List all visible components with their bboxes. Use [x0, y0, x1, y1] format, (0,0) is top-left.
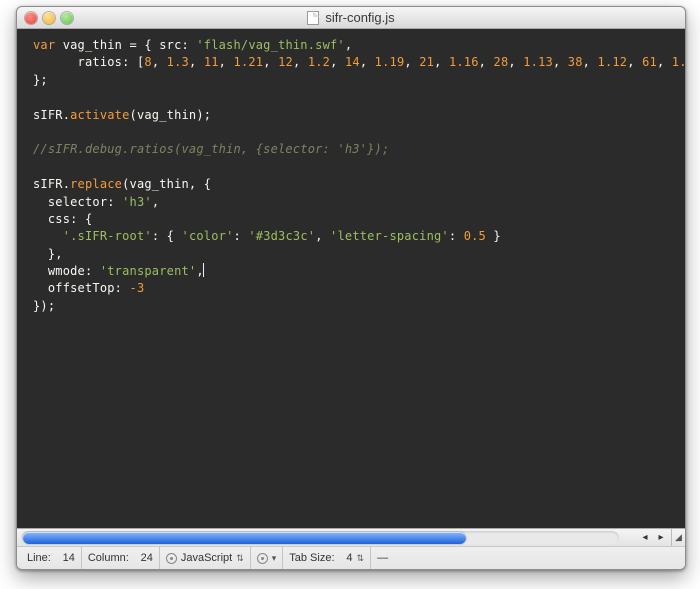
- scrollbar-track[interactable]: [21, 531, 619, 545]
- status-line[interactable]: Line: 14: [21, 547, 82, 569]
- zoom-icon[interactable]: [61, 12, 73, 24]
- chevron-updown-icon: ⇅: [236, 553, 244, 564]
- document-icon: [307, 11, 319, 25]
- status-column[interactable]: Column: 24: [82, 547, 160, 569]
- status-extra[interactable]: —: [371, 547, 681, 569]
- resize-handle-icon[interactable]: ◢: [671, 529, 685, 546]
- status-tabsize[interactable]: Tab Size: 4 ⇅: [283, 547, 371, 569]
- bottom-chrome: ◂ ▸ ◢ Line: 14 Column: 24 JavaScript ⇅ ▾: [17, 528, 685, 569]
- window-title: sifr-config.js: [17, 10, 685, 25]
- scroll-left-icon[interactable]: ◂: [638, 531, 652, 545]
- scroll-right-icon[interactable]: ▸: [654, 531, 668, 545]
- column-label: Column:: [88, 552, 129, 564]
- editor-window: sifr-config.js var vag_thin = { src: 'fl…: [16, 6, 686, 570]
- keyword: var: [33, 38, 55, 52]
- horizontal-scrollbar[interactable]: ◂ ▸ ◢: [17, 529, 685, 547]
- dash-label: —: [377, 552, 388, 564]
- comment: //sIFR.debug.ratios(vag_thin, {selector:…: [33, 142, 389, 156]
- scrollbar-thumb[interactable]: [23, 532, 466, 544]
- close-icon[interactable]: [25, 12, 37, 24]
- titlebar[interactable]: sifr-config.js: [17, 7, 685, 29]
- window-title-text: sifr-config.js: [325, 10, 394, 25]
- status-symbol-popup[interactable]: ▾: [251, 547, 284, 569]
- minimize-icon[interactable]: [43, 12, 55, 24]
- language-label: JavaScript: [181, 552, 232, 564]
- tabsize-label: Tab Size:: [289, 552, 334, 564]
- chevron-down-icon: ▾: [272, 553, 277, 564]
- tabsize-value: 4: [339, 552, 353, 564]
- status-bar: Line: 14 Column: 24 JavaScript ⇅ ▾ Tab S…: [17, 547, 685, 569]
- symbol-gear-icon: [257, 553, 268, 564]
- status-language[interactable]: JavaScript ⇅: [160, 547, 251, 569]
- traffic-lights: [17, 12, 73, 24]
- code-editor[interactable]: var vag_thin = { src: 'flash/vag_thin.sw…: [17, 29, 685, 528]
- code-content[interactable]: var vag_thin = { src: 'flash/vag_thin.sw…: [17, 29, 685, 315]
- line-label: Line:: [27, 552, 51, 564]
- language-gear-icon: [166, 553, 177, 564]
- column-value: 24: [133, 552, 153, 564]
- chevron-updown-icon: ⇅: [357, 553, 365, 564]
- line-value: 14: [55, 552, 75, 564]
- editor-area: var vag_thin = { src: 'flash/vag_thin.sw…: [17, 29, 685, 528]
- text-cursor: [203, 263, 204, 277]
